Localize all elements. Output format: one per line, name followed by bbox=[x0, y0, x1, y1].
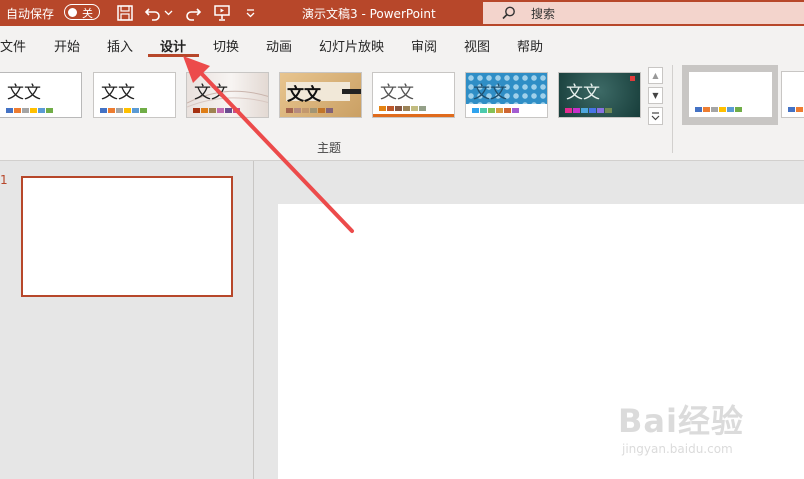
ribbon-tabs: 文件 开始 插入 设计 切换 动画 幻灯片放映 审阅 视图 帮助 bbox=[0, 26, 804, 59]
undo-dropdown-icon[interactable] bbox=[164, 8, 173, 17]
search-icon bbox=[502, 6, 515, 20]
tab-review[interactable]: 审阅 bbox=[411, 36, 437, 55]
autosave-state: 关 bbox=[82, 7, 93, 20]
theme-color-swatches bbox=[100, 108, 148, 113]
tab-design[interactable]: 设计 bbox=[160, 36, 186, 55]
group-label-themes: 主题 bbox=[317, 141, 342, 155]
theme-color-swatches bbox=[565, 108, 613, 113]
title-bar: 自动保存 关 演示文稿3 - PowerPoint 搜索 bbox=[0, 0, 804, 26]
document-title: 演示文稿3 - PowerPoint bbox=[302, 7, 436, 21]
theme-color-swatches bbox=[379, 106, 427, 111]
undo-icon[interactable] bbox=[143, 3, 163, 23]
theme-preview-text: 文文 bbox=[380, 83, 414, 103]
theme-dark-teal[interactable]: 文文 bbox=[558, 72, 641, 118]
theme-office[interactable]: 文文 bbox=[0, 72, 82, 118]
theme-color-swatches bbox=[6, 108, 54, 113]
variant-2[interactable] bbox=[781, 71, 804, 118]
watermark-url: jingyan.baidu.com bbox=[622, 442, 733, 456]
tab-transitions[interactable]: 切换 bbox=[213, 36, 239, 55]
theme-decor bbox=[630, 76, 635, 81]
tab-view[interactable]: 视图 bbox=[464, 36, 490, 55]
tab-help[interactable]: 帮助 bbox=[517, 36, 543, 55]
tab-slideshow[interactable]: 幻灯片放映 bbox=[319, 36, 384, 55]
autosave-toggle[interactable]: 关 bbox=[64, 4, 100, 20]
gallery-scroll-down-button[interactable]: ▼ bbox=[648, 87, 663, 104]
active-tab-indicator bbox=[148, 54, 199, 57]
gallery-more-button[interactable] bbox=[648, 107, 663, 125]
save-icon[interactable] bbox=[115, 3, 135, 23]
customize-qat-icon[interactable] bbox=[245, 7, 256, 19]
theme-decor bbox=[373, 114, 454, 117]
tab-home[interactable]: 开始 bbox=[54, 36, 80, 55]
slide-number: 1 bbox=[0, 173, 8, 187]
variant-color-swatches bbox=[788, 107, 804, 112]
gallery-scroll-up-button[interactable]: ▲ bbox=[648, 67, 663, 84]
theme-gradient[interactable]: 文文 bbox=[186, 72, 269, 118]
search-box[interactable]: 搜索 bbox=[483, 2, 804, 24]
theme-color-swatches bbox=[472, 108, 520, 113]
theme-preview-text: 文文 bbox=[7, 83, 41, 103]
theme-preview-text: 文文 bbox=[194, 83, 228, 103]
watermark: Bai经验 jingyan.baidu.com bbox=[618, 394, 804, 464]
toggle-knob bbox=[68, 7, 77, 17]
slide-thumbnail[interactable] bbox=[21, 176, 233, 297]
watermark-logo: Bai经验 bbox=[618, 402, 744, 440]
slide-thumbnails-pane: 1 bbox=[0, 161, 253, 479]
theme-orange-bar[interactable]: 文文 bbox=[372, 72, 455, 118]
redo-icon[interactable] bbox=[183, 3, 203, 23]
theme-preview-text: 文文 bbox=[473, 83, 507, 103]
tab-animations[interactable]: 动画 bbox=[266, 36, 292, 55]
theme-color-swatches bbox=[286, 108, 334, 113]
theme-office-2[interactable]: 文文 bbox=[93, 72, 176, 118]
variant-1[interactable] bbox=[688, 71, 773, 118]
search-placeholder: 搜索 bbox=[531, 7, 556, 21]
variant-color-swatches bbox=[695, 107, 743, 112]
tab-insert[interactable]: 插入 bbox=[107, 36, 133, 55]
expand-gallery-icon bbox=[651, 112, 660, 121]
group-separator bbox=[672, 65, 673, 153]
theme-decor bbox=[342, 89, 361, 94]
theme-preview-text: 文文 bbox=[287, 85, 321, 105]
theme-blue-pattern[interactable]: 文文 bbox=[465, 72, 548, 118]
autosave-label: 自动保存 bbox=[6, 7, 55, 21]
theme-preview-text: 文文 bbox=[566, 83, 600, 103]
theme-preview-text: 文文 bbox=[101, 83, 135, 103]
theme-wood[interactable]: 文文 bbox=[279, 72, 362, 118]
tab-file[interactable]: 文件 bbox=[0, 36, 26, 55]
ribbon-design: 文文 文文 文文 文文 文文 文文 文文 ▲ ▼ 主题 bbox=[0, 59, 804, 161]
present-from-start-icon[interactable] bbox=[212, 3, 232, 23]
theme-color-swatches bbox=[193, 108, 241, 113]
